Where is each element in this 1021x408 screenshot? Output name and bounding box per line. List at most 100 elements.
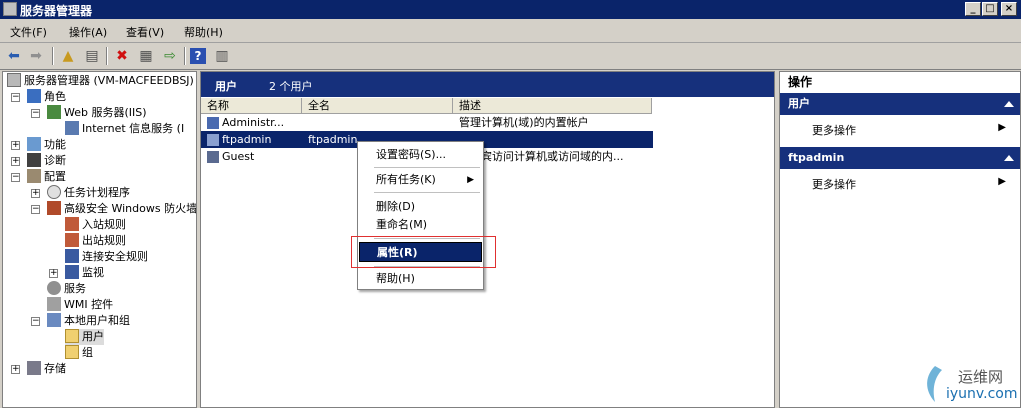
section-label: ftpadmin bbox=[788, 151, 845, 164]
toolbar-separator bbox=[52, 47, 54, 65]
menu-view[interactable]: 查看(V) bbox=[126, 24, 164, 40]
expand-icon[interactable]: + bbox=[49, 269, 58, 278]
tree-node-wmi[interactable]: WMI 控件 bbox=[47, 297, 113, 313]
toolbar-separator bbox=[106, 47, 108, 65]
collapse-icon[interactable]: − bbox=[11, 173, 20, 182]
tree-label: Web 服务器(IIS) bbox=[64, 106, 147, 119]
features-icon bbox=[27, 137, 41, 151]
tree-label: WMI 控件 bbox=[64, 298, 114, 311]
collapse-icon[interactable]: − bbox=[31, 317, 40, 326]
collapse-icon[interactable]: − bbox=[11, 93, 20, 102]
back-icon[interactable]: ⬅ bbox=[4, 46, 24, 66]
tree-node-services[interactable]: 服务 bbox=[47, 281, 86, 297]
show-hide-tree-icon[interactable]: ▤ bbox=[82, 46, 102, 66]
section-label: 用户 bbox=[788, 97, 810, 110]
tree-node-features[interactable]: 功能 bbox=[27, 137, 66, 153]
tree-label: 组 bbox=[82, 346, 93, 359]
menu-item-delete[interactable]: 删除(D) bbox=[359, 197, 482, 217]
tree-label: 功能 bbox=[44, 138, 66, 151]
tree-node-iis-manager[interactable]: Internet 信息服务 (I bbox=[65, 121, 184, 137]
menu-item-set-password[interactable]: 设置密码(S)... bbox=[359, 145, 482, 165]
storage-icon bbox=[27, 361, 41, 375]
user-icon bbox=[207, 117, 219, 129]
tree-node-firewall[interactable]: 高级安全 Windows 防火墙 bbox=[47, 201, 196, 217]
server-manager-icon bbox=[3, 2, 17, 16]
menu-item-all-tasks[interactable]: 所有任务(K) ▶ bbox=[359, 170, 482, 190]
tree-label: 存储 bbox=[44, 362, 66, 375]
users-list-pane: 用户 2 个用户 名称 全名 描述 Administr... 管理计算机(域)的… bbox=[200, 71, 775, 408]
table-row[interactable]: Guest 宾访问计算机或访问域的内... bbox=[201, 148, 774, 165]
tree-label: 监视 bbox=[82, 266, 104, 279]
connection-security-icon bbox=[65, 249, 79, 263]
inbound-rules-icon bbox=[65, 217, 79, 231]
more-actions-ftpadmin[interactable]: 更多操作 bbox=[812, 176, 856, 192]
cell-name: Guest bbox=[222, 150, 255, 163]
menu-item-help[interactable]: 帮助(H) bbox=[359, 269, 482, 289]
tree-node-server-manager[interactable]: 服务器管理器 (VM-MACFEEDBSJ) bbox=[7, 73, 194, 89]
tree-node-roles[interactable]: 角色 bbox=[27, 89, 66, 105]
menu-file[interactable]: 文件(F) bbox=[10, 24, 47, 40]
actions-pane: 操作 用户 更多操作 ▶ ftpadmin 更多操作 ▶ bbox=[779, 71, 1021, 408]
expand-icon[interactable]: + bbox=[11, 157, 20, 166]
help-icon[interactable]: ? bbox=[190, 48, 206, 64]
menu-separator bbox=[374, 266, 480, 267]
properties-icon[interactable]: ▦ bbox=[136, 46, 156, 66]
menu-action[interactable]: 操作(A) bbox=[69, 24, 107, 40]
watermark-line2: iyunv.com bbox=[946, 386, 1018, 402]
menu-item-properties[interactable]: 属性(R) bbox=[359, 242, 482, 262]
chevron-right-icon: ▶ bbox=[998, 122, 1006, 133]
collapse-up-icon[interactable] bbox=[1004, 101, 1014, 107]
tree-node-inbound-rules[interactable]: 入站规则 bbox=[65, 217, 126, 233]
expand-icon[interactable]: + bbox=[11, 141, 20, 150]
tree-node-connection-security[interactable]: 连接安全规则 bbox=[65, 249, 148, 265]
column-header-description[interactable]: 描述 bbox=[453, 98, 652, 114]
tree-node-monitoring[interactable]: 监视 bbox=[65, 265, 104, 281]
chevron-right-icon: ▶ bbox=[998, 176, 1006, 187]
column-header-name[interactable]: 名称 bbox=[201, 98, 302, 114]
folder-icon bbox=[65, 329, 79, 343]
menu-item-rename[interactable]: 重命名(M) bbox=[359, 215, 482, 235]
maximize-button[interactable]: □ bbox=[982, 2, 998, 16]
window-title: 服务器管理器 bbox=[20, 4, 93, 18]
more-actions-users[interactable]: 更多操作 bbox=[812, 122, 856, 138]
user-icon bbox=[207, 134, 219, 146]
tree-node-web-server[interactable]: Web 服务器(IIS) bbox=[47, 105, 147, 121]
forward-icon[interactable]: ➡ bbox=[26, 46, 46, 66]
tree-node-diagnostics[interactable]: 诊断 bbox=[27, 153, 66, 169]
export-icon[interactable]: ⇨ bbox=[160, 46, 180, 66]
navigation-tree: 服务器管理器 (VM-MACFEEDBSJ) − 角色 − Web 服务器(II… bbox=[2, 71, 197, 408]
collapse-icon[interactable]: − bbox=[31, 109, 40, 118]
cell-name: ftpadmin bbox=[222, 133, 272, 146]
toolbar-separator bbox=[184, 47, 186, 65]
cell-description: 管理计算机(域)的内置帐户 bbox=[459, 116, 589, 129]
expand-icon[interactable]: + bbox=[11, 365, 20, 374]
collapse-icon[interactable]: − bbox=[31, 205, 40, 214]
watermark: 运维网 iyunv.com bbox=[918, 362, 1021, 408]
tree-node-storage[interactable]: 存储 bbox=[27, 361, 66, 377]
context-menu: 设置密码(S)... 所有任务(K) ▶ 删除(D) 重命名(M) 属性(R) … bbox=[357, 141, 484, 290]
cell-description: 宾访问计算机或访问域的内... bbox=[481, 150, 624, 163]
action-pane-icon[interactable]: ▥ bbox=[212, 46, 232, 66]
tree-label: 服务器管理器 (VM-MACFEEDBSJ) bbox=[24, 74, 194, 87]
actions-section-users[interactable]: 用户 bbox=[780, 93, 1020, 115]
tree-node-users[interactable]: 用户 bbox=[65, 329, 104, 345]
tree-node-groups[interactable]: 组 bbox=[65, 345, 93, 361]
tree-node-outbound-rules[interactable]: 出站规则 bbox=[65, 233, 126, 249]
tree-node-configuration[interactable]: 配置 bbox=[27, 169, 66, 185]
delete-icon[interactable]: ✖ bbox=[112, 46, 132, 66]
column-header-fullname[interactable]: 全名 bbox=[302, 98, 453, 114]
table-row[interactable]: Administr... 管理计算机(域)的内置帐户 bbox=[201, 114, 774, 131]
toolbar: ⬅ ➡ ▲ ▤ ✖ ▦ ⇨ ? ▥ bbox=[0, 43, 1021, 70]
pane-title: 用户 bbox=[215, 80, 237, 93]
tree-label: Internet 信息服务 (I bbox=[82, 122, 185, 135]
up-folder-icon[interactable]: ▲ bbox=[58, 46, 78, 66]
pane-header: 用户 2 个用户 bbox=[201, 72, 774, 97]
actions-section-ftpadmin[interactable]: ftpadmin bbox=[780, 147, 1020, 169]
minimize-button[interactable]: _ bbox=[965, 2, 981, 16]
tree-node-local-users-groups[interactable]: 本地用户和组 bbox=[47, 313, 130, 329]
close-button[interactable]: × bbox=[1001, 2, 1017, 16]
collapse-up-icon[interactable] bbox=[1004, 155, 1014, 161]
expand-icon[interactable]: + bbox=[31, 189, 40, 198]
menu-help[interactable]: 帮助(H) bbox=[184, 24, 223, 40]
tree-node-task-scheduler[interactable]: 任务计划程序 bbox=[47, 185, 130, 201]
